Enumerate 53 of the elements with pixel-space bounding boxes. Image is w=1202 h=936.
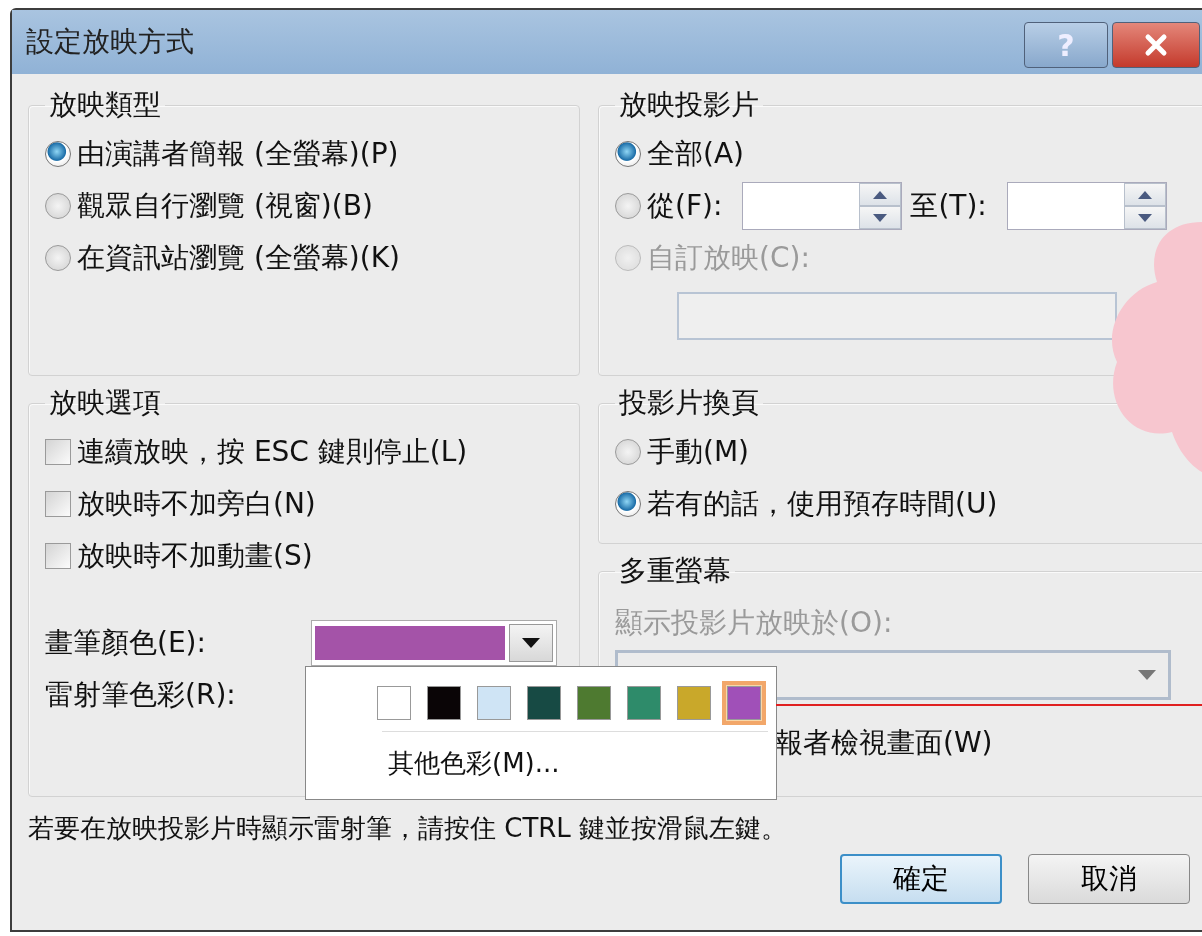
option-label: 全部(A)	[647, 136, 744, 172]
option-label: 由演講者簡報 (全螢幕)(P)	[77, 136, 399, 172]
field-label: 雷射筆色彩(R):	[45, 677, 237, 713]
option-label: 放映時不加旁白(N)	[77, 486, 316, 522]
group-title: 放映類型	[48, 87, 162, 123]
radio-button[interactable]	[615, 193, 641, 219]
spin-up-button[interactable]	[1123, 183, 1166, 206]
up-triangle-icon	[873, 190, 888, 199]
up-triangle-icon	[1137, 190, 1152, 199]
field-label: 顯示投影片放映於(O):	[615, 605, 894, 641]
spin-field[interactable]	[1006, 182, 1167, 230]
group-title: 放映投影片	[618, 87, 760, 123]
option-label: 報者檢視畫面(W)	[775, 725, 994, 761]
dropdown-button[interactable]	[509, 624, 553, 662]
option-label: 在資訊站瀏覽 (全螢幕)(K)	[77, 240, 400, 276]
option-label: 從(F):	[647, 188, 723, 224]
option-label: 手動(M)	[647, 434, 749, 470]
down-triangle-icon	[873, 213, 888, 222]
option-label: 至(T):	[910, 188, 987, 224]
radio-button[interactable]	[45, 141, 71, 167]
option-label: 若有的話，使用預存時間(U)	[647, 486, 998, 522]
spin-down-button[interactable]	[859, 206, 902, 229]
checkbox[interactable]	[45, 491, 71, 517]
dropdown-field[interactable]	[677, 292, 1117, 340]
checkbox[interactable]	[45, 543, 71, 569]
spin-down-button[interactable]	[1123, 206, 1166, 229]
checkbox[interactable]	[45, 439, 71, 465]
option-label: 放映時不加動畫(S)	[77, 538, 313, 574]
radio-button[interactable]	[45, 193, 71, 219]
radio-button[interactable]	[615, 141, 641, 167]
radio-button[interactable]	[615, 491, 641, 517]
caret-icon	[1138, 670, 1156, 680]
spin-field[interactable]	[742, 182, 903, 230]
group-title: 多重螢幕	[618, 553, 732, 589]
close-icon	[1144, 33, 1168, 57]
spin-up-button[interactable]	[859, 183, 902, 206]
group-title: 投影片換頁	[618, 385, 760, 421]
radio-button[interactable]	[45, 245, 71, 271]
option-label: 連續放映，按 ESC 鍵則停止(L)	[77, 434, 468, 470]
down-triangle-icon	[1137, 213, 1152, 222]
group-title: 放映選項	[48, 385, 162, 421]
close-button[interactable]	[1112, 22, 1200, 68]
option-label: 觀眾自行瀏覽 (視窗)(B)	[77, 188, 373, 224]
window-title: 設定放映方式	[26, 24, 194, 60]
cancel-button[interactable]: 取消	[1028, 854, 1190, 904]
menu-item[interactable]: 其他色彩(M)...	[372, 732, 776, 781]
option-label: 自訂放映(C):	[647, 240, 810, 276]
hint-text: 若要在放映投影片時顯示雷射筆，請按住 CTRL 鍵並按滑鼠左鍵。	[28, 812, 789, 845]
ok-button[interactable]: 確定	[840, 854, 1002, 904]
radio-button[interactable]	[615, 439, 641, 465]
color-dropdown[interactable]	[311, 620, 557, 666]
field-label: 畫筆顏色(E):	[45, 625, 207, 661]
caret-icon	[522, 638, 540, 648]
